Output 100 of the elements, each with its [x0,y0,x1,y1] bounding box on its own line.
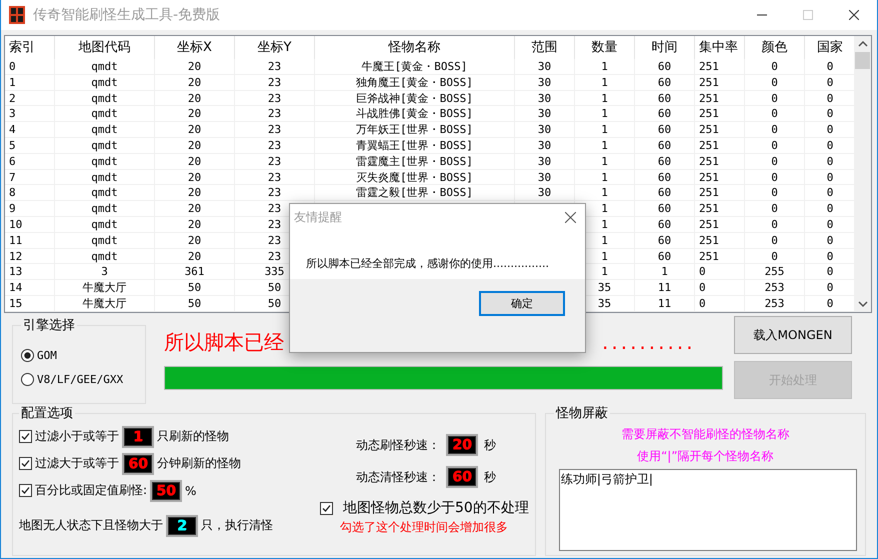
radio-label[interactable]: V8/LF/GEE/GXX [37,373,124,386]
table-cell: 0 [695,280,745,295]
table-cell: 23 [235,106,315,122]
scroll-thumb[interactable] [855,52,870,69]
table-cell: 0 [745,185,805,200]
table-cell: 20 [155,90,235,106]
table-cell: 60 [635,90,695,106]
table-cell: 青翼蝠王[世界・BOSS] [315,138,515,153]
ok-button[interactable]: 确定 [479,291,565,316]
table-cell: 251 [695,170,745,184]
table-cell: qmdt [55,248,155,264]
table-cell: 万年妖王[世界・BOSS] [315,122,515,137]
table-cell: 20 [155,170,235,184]
table-cell: qmdt [55,74,155,90]
radio-label[interactable]: GOM [37,349,57,362]
checkbox[interactable] [19,484,32,497]
table-cell: 23 [235,138,315,153]
table-cell: 23 [235,170,315,184]
status-text: 所以脚本已经 [164,328,284,356]
option-label: % [185,484,196,498]
table-cell: qmdt [55,201,155,216]
table-cell: 251 [695,248,745,264]
table-cell: 23 [235,185,315,200]
checkbox[interactable] [19,430,32,443]
table-cell: qmdt [55,154,155,169]
table-cell: 13 [5,264,55,280]
checkbox-label[interactable]: 地图怪物总数少于50的不处理 [343,499,529,517]
table-cell: 251 [695,90,745,106]
close-icon [849,10,859,20]
table-cell: 4 [5,122,55,137]
radio-button[interactable] [21,349,34,362]
table-cell: 斗战胜佛[黄金・BOSS] [315,106,515,122]
table-cell: 1 [575,106,635,122]
column-header[interactable]: 坐标Y [235,36,315,59]
table-cell: 牛魔王[黄金・BOSS] [315,59,515,74]
table-cell: 20 [155,106,235,122]
column-header[interactable]: 时间 [635,36,695,59]
table-cell: 20 [155,185,235,200]
table-cell: 1 [575,59,635,74]
scrollbar[interactable] [854,36,871,312]
table-cell: 牛魔大厅 [55,280,155,295]
table-cell: 255 [745,264,805,280]
table-cell: 23 [235,59,315,74]
table-cell: qmdt [55,90,155,106]
column-header[interactable]: 集中率 [695,36,745,59]
table-cell: 30 [515,138,575,153]
value-field[interactable]: 20 [446,434,478,456]
column-header[interactable]: 范围 [515,36,575,59]
table-cell: 1 [575,170,635,184]
table-cell: 253 [745,280,805,295]
table-cell: 60 [635,59,695,74]
table-cell: 60 [635,154,695,169]
checkbox[interactable] [320,502,333,514]
value-field[interactable]: 60 [122,452,154,474]
table-cell: 0 [695,296,745,311]
table-cell: 60 [635,248,695,264]
table-cell: 0 [745,201,805,216]
column-header[interactable]: 数量 [575,36,635,59]
table-cell: 9 [5,201,55,216]
column-header[interactable]: 坐标X [155,36,235,59]
table-cell: 30 [515,170,575,184]
table-cell: 251 [695,138,745,153]
action-button[interactable]: 载入MONGEN [734,316,852,354]
table-cell: 251 [695,232,745,248]
table-cell: 0 [745,59,805,74]
value-field[interactable]: 50 [150,480,182,502]
table-cell: 251 [695,201,745,216]
table-cell: 0 [745,122,805,137]
table-cell: 251 [695,185,745,200]
column-header[interactable]: 怪物名称 [315,36,515,59]
table-cell: 60 [635,122,695,137]
table-cell: 20 [155,201,235,216]
table-cell: 60 [635,185,695,200]
maximize-icon [803,10,813,20]
table-cell: 雷霆魔主[世界・BOSS] [315,154,515,169]
table-cell: 251 [695,59,745,74]
table-cell: qmdt [55,138,155,153]
value-field[interactable]: 2 [166,514,198,536]
table-cell: 60 [635,201,695,216]
value-field[interactable]: 1 [122,426,154,448]
table-cell: 30 [515,154,575,169]
column-header[interactable]: 地图代码 [55,36,155,59]
value-field[interactable]: 60 [446,466,478,488]
unit-label: 秒 [484,468,496,486]
status-dots: .......... [602,330,696,354]
text-area[interactable]: 练功师|弓箭护卫| [558,469,857,551]
table-cell: 30 [515,74,575,90]
table-cell: 30 [515,59,575,74]
table-cell: 0 [745,106,805,122]
column-header[interactable]: 索引 [5,36,55,59]
table-cell: 251 [695,122,745,137]
window-title: 传奇智能刷怪生成工具-免费版 [33,6,222,24]
group-title: 怪物屏蔽 [554,405,609,422]
table-cell: 0 [745,216,805,232]
checkbox[interactable] [19,457,32,470]
table-cell: 1 [575,122,635,137]
radio-button[interactable] [21,373,34,386]
table-cell: 2 [5,90,55,106]
column-header[interactable]: 颜色 [745,36,805,59]
table-cell: 23 [235,90,315,106]
